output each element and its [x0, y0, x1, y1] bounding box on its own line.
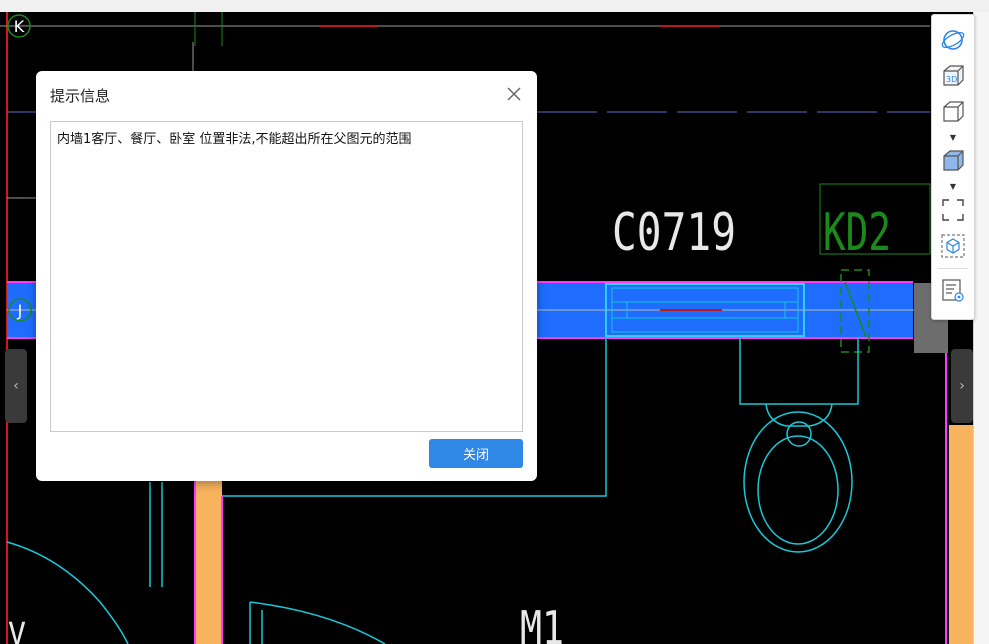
properties-panel-icon	[942, 279, 964, 302]
view-3d-button[interactable]: 3D	[937, 61, 969, 91]
isolate-button[interactable]	[937, 231, 969, 261]
dialog-close-button[interactable]	[504, 84, 524, 104]
chevron-right-icon: ›	[959, 378, 965, 394]
caret-down-icon[interactable]: ▼	[948, 134, 958, 142]
dialog-title: 提示信息	[50, 87, 111, 105]
close-button[interactable]: 关闭	[429, 439, 523, 468]
column-orange[interactable]	[195, 481, 222, 644]
axis-label-k: K	[14, 17, 25, 36]
view-cube-button[interactable]	[937, 97, 969, 127]
orbit-button[interactable]	[937, 25, 969, 55]
orbit-icon	[941, 30, 965, 50]
close-icon	[507, 87, 521, 101]
toolbar-separator	[938, 268, 968, 269]
bottom-label: M1	[520, 601, 564, 644]
alert-dialog: 提示信息 内墙1客厅、餐厅、卧室 位置非法,不能超出所在父图元的范围 关闭	[36, 71, 537, 481]
view-cube-icon	[943, 101, 964, 122]
dialog-message-box: 内墙1客厅、餐厅、卧室 位置非法,不能超出所在父图元的范围	[50, 121, 523, 432]
toilet-bowl-inner	[757, 435, 839, 545]
fullscreen-icon	[942, 199, 964, 221]
chevron-left-icon: ‹	[13, 378, 19, 394]
dialog-message: 内墙1客厅、餐厅、卧室 位置非法,不能超出所在父图元的范围	[57, 132, 412, 147]
properties-panel-button[interactable]	[937, 275, 969, 305]
right-collapse-arrow[interactable]: ›	[951, 349, 973, 423]
toilet-tank	[739, 338, 859, 405]
view-3d-icon: 3D	[943, 65, 964, 86]
caret-down-icon[interactable]: ▼	[948, 183, 958, 191]
shaded-cube-icon	[943, 150, 964, 171]
right-panel-edge	[973, 12, 989, 644]
fullscreen-button[interactable]	[937, 195, 969, 225]
door-arc-bottom	[249, 601, 386, 644]
toilet-bowl-outer	[743, 411, 853, 553]
svg-text:3D: 3D	[946, 75, 957, 84]
shaded-cube-button[interactable]	[937, 146, 969, 176]
window-label: C0719	[612, 203, 736, 263]
axis-label-j: J	[17, 301, 23, 320]
left-label-fragment: V	[8, 617, 26, 644]
orange-column-right	[949, 425, 973, 644]
left-collapse-arrow[interactable]: ‹	[5, 349, 27, 423]
view-toolbar: 3D ▼ ▼	[931, 14, 975, 320]
door-label: KD2	[823, 203, 891, 263]
isolate-icon	[941, 234, 965, 258]
